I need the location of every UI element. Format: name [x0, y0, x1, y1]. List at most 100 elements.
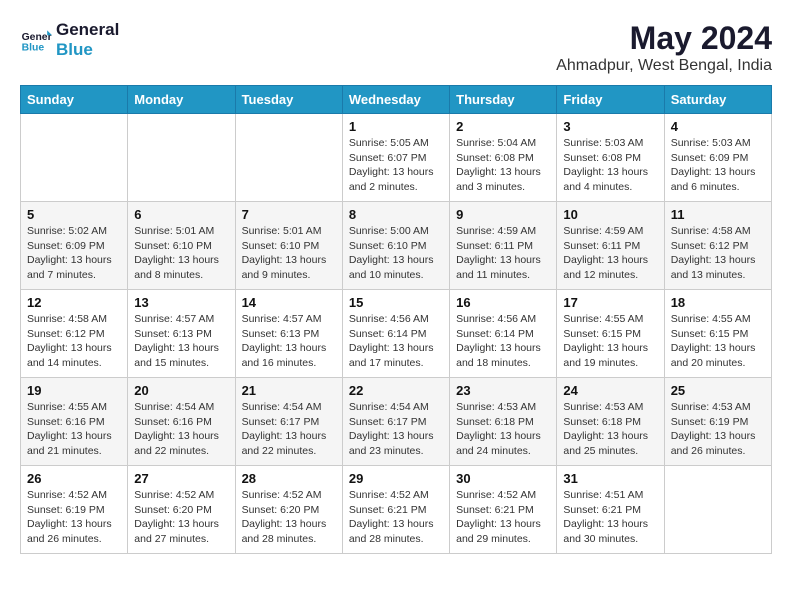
day-number: 26 — [27, 471, 121, 486]
day-detail: Daylight: 13 hours — [242, 253, 336, 268]
day-detail: Sunset: 6:09 PM — [671, 151, 765, 166]
day-detail: and 16 minutes. — [242, 356, 336, 371]
logo-line2: Blue — [56, 40, 119, 60]
day-detail: Sunset: 6:12 PM — [27, 327, 121, 342]
day-detail: and 23 minutes. — [349, 444, 443, 459]
day-detail: Daylight: 13 hours — [671, 165, 765, 180]
day-number: 3 — [563, 119, 657, 134]
calendar-cell: 31Sunrise: 4:51 AMSunset: 6:21 PMDayligh… — [557, 466, 664, 554]
day-detail: Daylight: 13 hours — [242, 429, 336, 444]
day-detail: Sunset: 6:10 PM — [349, 239, 443, 254]
weekday-header-row: SundayMondayTuesdayWednesdayThursdayFrid… — [21, 86, 772, 114]
day-detail: Daylight: 13 hours — [27, 429, 121, 444]
day-detail: and 4 minutes. — [563, 180, 657, 195]
weekday-header: Thursday — [450, 86, 557, 114]
title-block: May 2024 Ahmadpur, West Bengal, India — [556, 20, 772, 75]
calendar-cell: 16Sunrise: 4:56 AMSunset: 6:14 PMDayligh… — [450, 290, 557, 378]
calendar-cell: 19Sunrise: 4:55 AMSunset: 6:16 PMDayligh… — [21, 378, 128, 466]
svg-text:Blue: Blue — [22, 43, 45, 54]
day-detail: Sunrise: 4:57 AM — [134, 312, 228, 327]
day-detail: Sunset: 6:07 PM — [349, 151, 443, 166]
day-detail: and 2 minutes. — [349, 180, 443, 195]
day-detail: Daylight: 13 hours — [349, 165, 443, 180]
day-number: 22 — [349, 383, 443, 398]
day-detail: Sunrise: 4:52 AM — [242, 488, 336, 503]
day-detail: and 20 minutes. — [671, 356, 765, 371]
day-detail: Sunrise: 5:03 AM — [563, 136, 657, 151]
day-detail: Sunset: 6:16 PM — [134, 415, 228, 430]
day-detail: Sunset: 6:08 PM — [456, 151, 550, 166]
day-detail: Sunset: 6:17 PM — [242, 415, 336, 430]
day-detail: Daylight: 13 hours — [563, 517, 657, 532]
day-detail: and 17 minutes. — [349, 356, 443, 371]
day-detail: Daylight: 13 hours — [456, 253, 550, 268]
day-detail: and 25 minutes. — [563, 444, 657, 459]
day-number: 24 — [563, 383, 657, 398]
day-detail: Sunrise: 4:58 AM — [27, 312, 121, 327]
day-detail: Sunrise: 5:00 AM — [349, 224, 443, 239]
day-detail: Sunrise: 4:51 AM — [563, 488, 657, 503]
day-detail: Daylight: 13 hours — [456, 517, 550, 532]
day-detail: Sunrise: 5:01 AM — [242, 224, 336, 239]
day-detail: Daylight: 13 hours — [27, 253, 121, 268]
day-detail: and 29 minutes. — [456, 532, 550, 547]
day-number: 9 — [456, 207, 550, 222]
calendar-cell: 2Sunrise: 5:04 AMSunset: 6:08 PMDaylight… — [450, 114, 557, 202]
calendar-cell: 12Sunrise: 4:58 AMSunset: 6:12 PMDayligh… — [21, 290, 128, 378]
weekday-header: Saturday — [664, 86, 771, 114]
calendar-cell — [128, 114, 235, 202]
weekday-header: Sunday — [21, 86, 128, 114]
day-detail: Daylight: 13 hours — [27, 517, 121, 532]
calendar-cell: 24Sunrise: 4:53 AMSunset: 6:18 PMDayligh… — [557, 378, 664, 466]
day-detail: Sunset: 6:09 PM — [27, 239, 121, 254]
day-detail: Daylight: 13 hours — [671, 429, 765, 444]
day-number: 21 — [242, 383, 336, 398]
day-detail: Daylight: 13 hours — [134, 341, 228, 356]
calendar-cell: 20Sunrise: 4:54 AMSunset: 6:16 PMDayligh… — [128, 378, 235, 466]
day-detail: Sunrise: 4:56 AM — [349, 312, 443, 327]
calendar-cell: 26Sunrise: 4:52 AMSunset: 6:19 PMDayligh… — [21, 466, 128, 554]
calendar-week-row: 26Sunrise: 4:52 AMSunset: 6:19 PMDayligh… — [21, 466, 772, 554]
day-detail: Sunset: 6:17 PM — [349, 415, 443, 430]
day-detail: and 6 minutes. — [671, 180, 765, 195]
day-detail: Sunset: 6:21 PM — [349, 503, 443, 518]
day-detail: Daylight: 13 hours — [349, 517, 443, 532]
day-detail: Daylight: 13 hours — [349, 341, 443, 356]
logo: General Blue General Blue — [20, 20, 119, 61]
day-detail: Daylight: 13 hours — [563, 341, 657, 356]
calendar-cell: 27Sunrise: 4:52 AMSunset: 6:20 PMDayligh… — [128, 466, 235, 554]
day-detail: and 18 minutes. — [456, 356, 550, 371]
day-detail: Sunrise: 4:55 AM — [563, 312, 657, 327]
calendar-cell: 22Sunrise: 4:54 AMSunset: 6:17 PMDayligh… — [342, 378, 449, 466]
day-detail: Sunset: 6:12 PM — [671, 239, 765, 254]
day-detail: Daylight: 13 hours — [671, 253, 765, 268]
day-detail: Sunset: 6:14 PM — [456, 327, 550, 342]
day-detail: Sunrise: 4:56 AM — [456, 312, 550, 327]
logo-icon: General Blue — [20, 24, 52, 56]
day-detail: Sunrise: 4:59 AM — [456, 224, 550, 239]
weekday-header: Friday — [557, 86, 664, 114]
calendar-cell: 6Sunrise: 5:01 AMSunset: 6:10 PMDaylight… — [128, 202, 235, 290]
calendar-cell: 8Sunrise: 5:00 AMSunset: 6:10 PMDaylight… — [342, 202, 449, 290]
day-detail: and 24 minutes. — [456, 444, 550, 459]
day-number: 5 — [27, 207, 121, 222]
day-detail: Sunset: 6:15 PM — [563, 327, 657, 342]
day-number: 11 — [671, 207, 765, 222]
day-detail: Daylight: 13 hours — [563, 165, 657, 180]
day-detail: Sunrise: 5:05 AM — [349, 136, 443, 151]
day-detail: Daylight: 13 hours — [456, 429, 550, 444]
day-detail: Daylight: 13 hours — [27, 341, 121, 356]
day-detail: Sunset: 6:19 PM — [671, 415, 765, 430]
day-detail: Sunset: 6:18 PM — [456, 415, 550, 430]
day-detail: Sunrise: 4:52 AM — [456, 488, 550, 503]
day-number: 14 — [242, 295, 336, 310]
day-detail: Daylight: 13 hours — [456, 341, 550, 356]
day-detail: Daylight: 13 hours — [242, 341, 336, 356]
day-detail: and 27 minutes. — [134, 532, 228, 547]
day-detail: Sunset: 6:08 PM — [563, 151, 657, 166]
day-detail: Sunset: 6:20 PM — [242, 503, 336, 518]
day-detail: Sunset: 6:14 PM — [349, 327, 443, 342]
day-number: 23 — [456, 383, 550, 398]
calendar-cell — [664, 466, 771, 554]
calendar-cell: 30Sunrise: 4:52 AMSunset: 6:21 PMDayligh… — [450, 466, 557, 554]
